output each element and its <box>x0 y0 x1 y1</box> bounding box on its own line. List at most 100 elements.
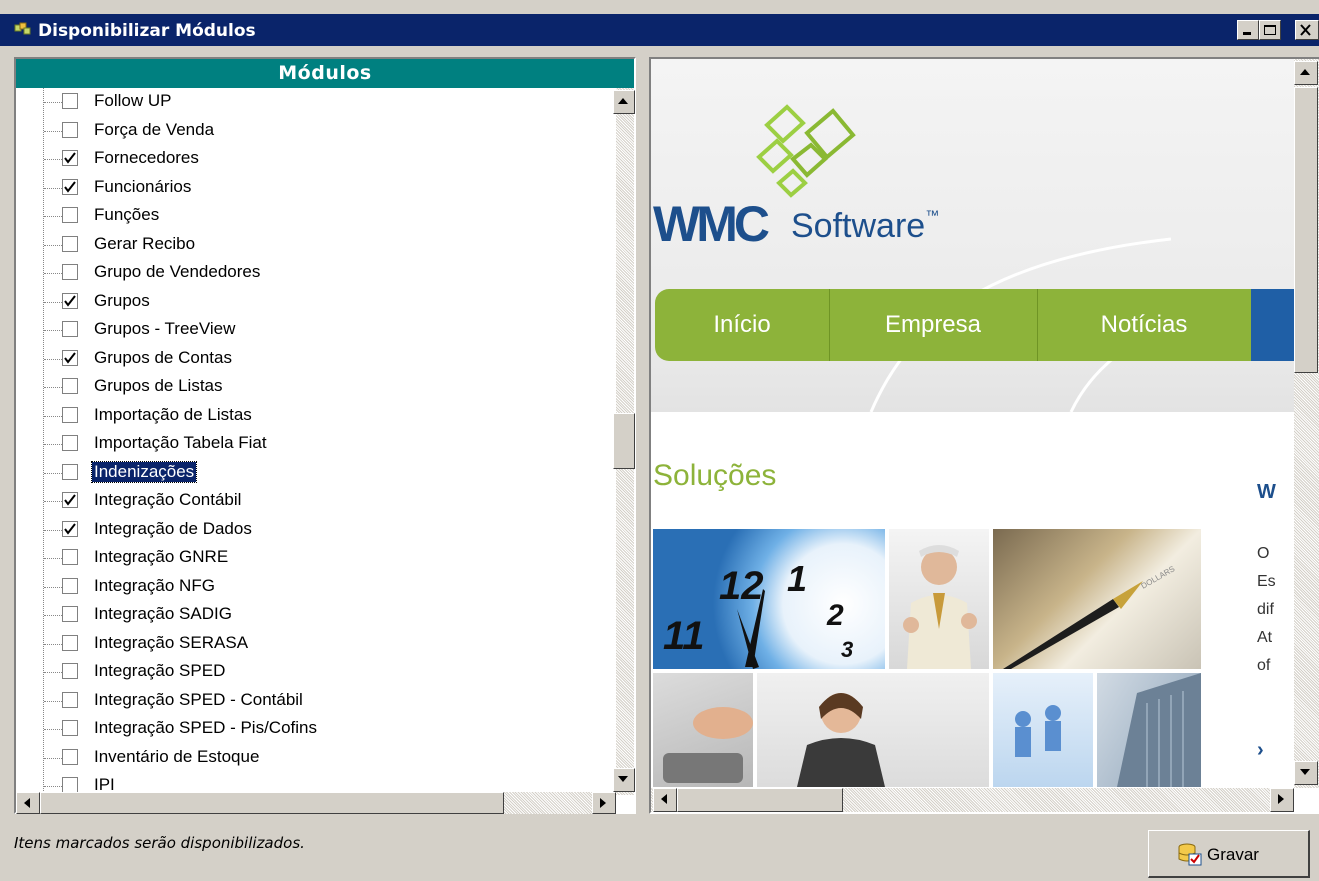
tree-item[interactable]: Importação Tabela Fiat <box>16 430 616 458</box>
minimize-button[interactable] <box>1237 20 1259 40</box>
module-checkbox[interactable] <box>62 406 78 423</box>
module-checkbox[interactable] <box>62 549 78 565</box>
module-checkbox[interactable] <box>62 292 78 309</box>
module-checkbox[interactable] <box>62 321 78 337</box>
scroll-left-button[interactable] <box>16 792 40 814</box>
module-label[interactable]: Integração SPED - Contábil <box>94 690 303 710</box>
web-scroll-up-button[interactable] <box>1294 61 1318 85</box>
web-scroll-thumb[interactable] <box>1294 87 1318 373</box>
module-label[interactable]: Importação de Listas <box>94 405 252 425</box>
module-label[interactable]: Integração GNRE <box>94 547 228 567</box>
tree-item[interactable]: Integração SPED - Contábil <box>16 687 616 715</box>
module-label[interactable]: Integração NFG <box>94 576 215 596</box>
tree-item[interactable]: Integração NFG <box>16 573 616 601</box>
module-label[interactable]: Fornecedores <box>94 148 199 168</box>
module-label[interactable]: Integração SERASA <box>94 633 248 653</box>
tree-item[interactable]: Integração SPED <box>16 658 616 686</box>
tree-item[interactable]: Indenizações <box>16 459 616 487</box>
module-checkbox[interactable] <box>62 577 78 594</box>
module-checkbox[interactable] <box>62 777 78 793</box>
module-checkbox[interactable] <box>62 663 78 679</box>
module-label[interactable]: Força de Venda <box>94 120 214 140</box>
web-scroll-right-button[interactable] <box>1270 788 1294 812</box>
close-button[interactable] <box>1295 20 1319 40</box>
gravar-button[interactable]: Gravar <box>1148 830 1310 878</box>
tree-item[interactable]: Grupos de Contas <box>16 345 616 373</box>
tree-item[interactable]: Grupo de Vendedores <box>16 259 616 287</box>
tree-item[interactable]: Follow UP <box>16 88 616 116</box>
module-label[interactable]: Follow UP <box>94 91 171 111</box>
tree-item[interactable]: Grupos de Listas <box>16 373 616 401</box>
module-checkbox[interactable] <box>62 264 78 280</box>
tree-item[interactable]: Integração SPED - Pis/Cofins <box>16 715 616 743</box>
nav-noticias[interactable]: Notícias <box>1037 289 1252 361</box>
module-checkbox[interactable] <box>62 150 78 166</box>
module-checkbox[interactable] <box>62 93 78 109</box>
web-vertical-scrollbar[interactable] <box>1294 59 1319 788</box>
module-checkbox[interactable] <box>62 606 78 622</box>
maximize-button[interactable] <box>1259 20 1281 40</box>
nav-next-item[interactable] <box>1251 289 1294 361</box>
module-label[interactable]: Gerar Recibo <box>94 234 195 254</box>
tree-item[interactable]: Grupos <box>16 288 616 316</box>
h-scroll-thumb[interactable] <box>40 792 504 814</box>
tree-item[interactable]: Importação de Listas <box>16 402 616 430</box>
tree-item[interactable]: Integração de Dados <box>16 516 616 544</box>
tree-item[interactable]: Gerar Recibo <box>16 231 616 259</box>
module-label[interactable]: Inventário de Estoque <box>94 747 259 767</box>
module-label[interactable]: Grupo de Vendedores <box>94 262 260 282</box>
module-checkbox[interactable] <box>62 520 78 537</box>
tree-item[interactable]: Funções <box>16 202 616 230</box>
module-checkbox[interactable] <box>62 492 78 508</box>
module-label[interactable]: Importação Tabela Fiat <box>94 433 267 453</box>
module-checkbox[interactable] <box>62 720 78 736</box>
tree-vertical-scrollbar[interactable] <box>613 88 635 795</box>
scroll-up-button[interactable] <box>613 90 635 114</box>
tree-item[interactable]: IPI <box>16 772 616 794</box>
tree-item[interactable]: Integração SADIG <box>16 601 616 629</box>
web-h-scroll-thumb[interactable] <box>677 788 843 812</box>
module-label[interactable]: Funcionários <box>94 177 191 197</box>
module-checkbox[interactable] <box>62 121 78 138</box>
web-scroll-down-button[interactable] <box>1294 761 1318 785</box>
tree-item[interactable]: Inventário de Estoque <box>16 744 616 772</box>
tree-horizontal-scrollbar[interactable] <box>16 792 616 814</box>
module-checkbox[interactable] <box>62 378 78 394</box>
module-checkbox[interactable] <box>62 463 78 480</box>
module-label[interactable]: Grupos <box>94 291 150 311</box>
module-checkbox[interactable] <box>62 178 78 195</box>
module-label[interactable]: Integração de Dados <box>94 519 252 539</box>
scroll-thumb[interactable] <box>613 413 635 469</box>
module-checkbox[interactable] <box>62 349 78 366</box>
module-label[interactable]: Funções <box>94 205 159 225</box>
tree-item[interactable]: Integração Contábil <box>16 487 616 515</box>
module-label[interactable]: Grupos - TreeView <box>94 319 235 339</box>
module-label[interactable]: Integração SADIG <box>94 604 232 624</box>
scroll-right-button[interactable] <box>592 792 616 814</box>
module-checkbox[interactable] <box>62 691 78 708</box>
module-checkbox[interactable] <box>62 207 78 223</box>
scroll-down-button[interactable] <box>613 768 635 792</box>
nav-inicio[interactable]: Início <box>655 289 830 361</box>
modules-tree[interactable]: Follow UP Força de Venda Fornecedores Funci… <box>16 88 616 794</box>
tree-item[interactable]: Integração SERASA <box>16 630 616 658</box>
side-more-link[interactable]: › <box>1257 739 1264 762</box>
module-label[interactable]: Indenizações <box>90 460 198 483</box>
module-checkbox[interactable] <box>62 235 78 252</box>
module-label[interactable]: Integração SPED <box>94 661 225 681</box>
web-page[interactable]: WMC Software™ Início Empresa Notícias So… <box>651 59 1294 787</box>
tree-item[interactable]: Grupos - TreeView <box>16 316 616 344</box>
tree-item[interactable]: Funcionários <box>16 174 616 202</box>
tree-item[interactable]: Força de Venda <box>16 117 616 145</box>
tree-item[interactable]: Fornecedores <box>16 145 616 173</box>
module-label[interactable]: Integração SPED - Pis/Cofins <box>94 718 317 738</box>
module-checkbox[interactable] <box>62 634 78 651</box>
module-label[interactable]: Integração Contábil <box>94 490 241 510</box>
nav-empresa[interactable]: Empresa <box>829 289 1038 361</box>
web-horizontal-scrollbar[interactable] <box>651 788 1294 812</box>
tree-item[interactable]: Integração GNRE <box>16 544 616 572</box>
module-label[interactable]: Grupos de Contas <box>94 348 232 368</box>
module-checkbox[interactable] <box>62 435 78 451</box>
module-label[interactable]: Grupos de Listas <box>94 376 223 396</box>
module-checkbox[interactable] <box>62 748 78 765</box>
